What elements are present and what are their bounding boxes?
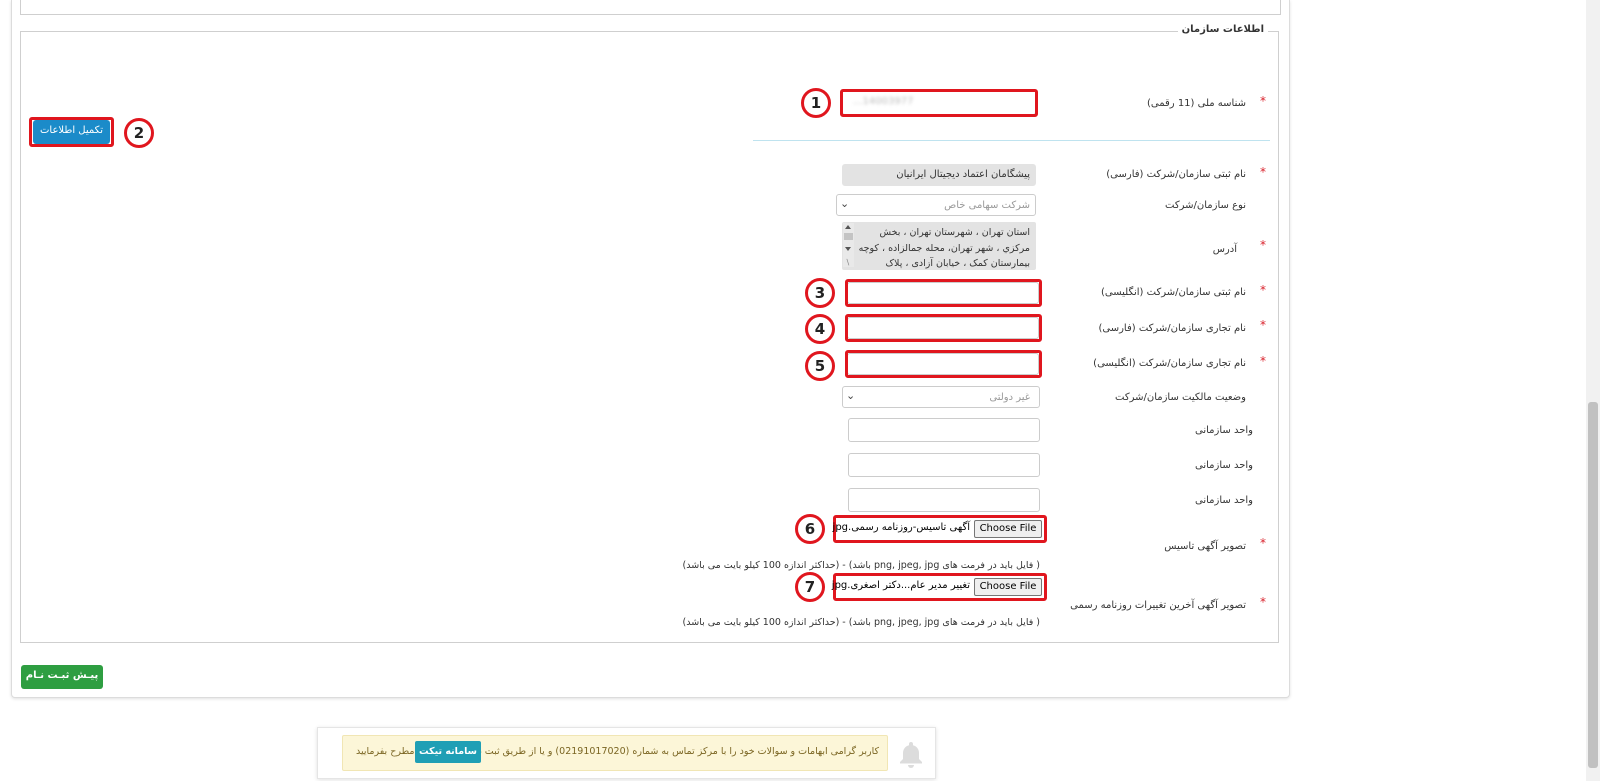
marker-3: 3 — [805, 278, 835, 308]
scroll-down-icon[interactable] — [845, 247, 851, 251]
unit-input-1[interactable] — [848, 418, 1040, 442]
bell-icon — [896, 739, 926, 769]
last-changes-ad-choose-file-button[interactable]: Choose File — [974, 578, 1042, 596]
scroll-thumb[interactable] — [844, 233, 853, 240]
reg-name-en-label: نام ثبتی سازمان/شرکت (انگلیسی) — [1100, 287, 1246, 298]
reg-name-fa-value: پیشگامان اعتماد دیجیتال ایرانیان — [896, 169, 1030, 180]
required-mark: * — [1260, 238, 1266, 252]
marker-4: 4 — [805, 314, 835, 344]
highlight-box-4 — [845, 314, 1042, 342]
ownership-value: غیر دولتی — [989, 392, 1030, 403]
unit-input-2[interactable] — [848, 453, 1040, 477]
required-mark: * — [1260, 94, 1266, 108]
marker-6: 6 — [795, 514, 825, 544]
marker-2: 2 — [124, 118, 154, 148]
chevron-down-icon: ⌄ — [840, 197, 850, 210]
complete-info-button[interactable]: تکمیل اطلاعات — [33, 120, 110, 144]
required-mark: * — [1260, 595, 1266, 609]
section-title: اطلاعات سازمان — [1177, 24, 1268, 35]
address-text: استان تهران ، شهرستان تهران ، بخش مرکزي … — [854, 225, 1030, 272]
address-line: مرکزي ، شهر تهران، محله جمالزاده ، کوچه — [858, 242, 1030, 254]
unit-label: واحد سازمانی — [1195, 460, 1253, 471]
founding-ad-format-note: ( فایل باید در فرمت های png, jpeg, jpg ب… — [682, 560, 1040, 571]
resize-handle-icon[interactable]: ∖ — [845, 259, 850, 267]
notification-text: کاربر گرامی ابهامات و سوالات خود را با م… — [472, 746, 879, 757]
preregister-button[interactable]: پیـش ثبـت نـام — [21, 665, 103, 689]
marker-7: 7 — [795, 572, 825, 602]
required-mark: * — [1260, 536, 1266, 550]
separator — [753, 140, 1270, 141]
required-mark: * — [1260, 354, 1266, 368]
scroll-up-icon[interactable] — [845, 225, 851, 229]
required-mark: * — [1260, 318, 1266, 332]
reg-name-fa-label: نام ثبتی سازمان/شرکت (فارسی) — [1106, 169, 1246, 180]
national-id-label: شناسه ملی (11 رقمی) — [1147, 98, 1246, 109]
required-mark: * — [1260, 283, 1266, 297]
trade-name-en-label: نام تجاری سازمان/شرکت (انگلیسی) — [1093, 358, 1246, 369]
unit-label: واحد سازمانی — [1195, 425, 1253, 436]
ticket-system-button[interactable]: سامانه تیکت — [415, 741, 481, 763]
address-line: بیمارستان کمک ، خیابان آزادی ، پلاک — [885, 258, 1030, 269]
marker-1: 1 — [801, 88, 831, 118]
ownership-label: وضعیت مالکیت سازمان/شرکت — [1115, 392, 1246, 403]
last-changes-ad-file-name: تغییر مدیر عام...دکتر اصغری.jpg — [831, 580, 970, 591]
org-type-value: شرکت سهامی خاص — [944, 200, 1030, 211]
highlight-box-5 — [845, 350, 1042, 378]
marker-5: 5 — [805, 351, 835, 381]
last-changes-ad-label: تصویر آگهی آخرین تغییرات روزنامه رسمی — [1070, 600, 1246, 611]
required-mark: * — [1260, 165, 1266, 179]
founding-ad-file-name: آگهی تاسیس-روزنامه رسمی.jpg — [832, 522, 970, 533]
notification-text-end: مطرح بفرمایید — [356, 746, 415, 757]
highlight-box-1 — [840, 89, 1038, 117]
unit-label: واحد سازمانی — [1195, 495, 1253, 506]
trade-name-fa-label: نام تجاری سازمان/شرکت (فارسی) — [1098, 323, 1246, 334]
unit-input-3[interactable] — [848, 488, 1040, 512]
founding-ad-choose-file-button[interactable]: Choose File — [974, 520, 1042, 538]
support-notification: کاربر گرامی ابهامات و سوالات خود را با م… — [317, 727, 936, 779]
textarea-scrollbar[interactable]: ∖ — [843, 223, 854, 267]
org-type-label: نوع سازمان/شرکت — [1165, 200, 1246, 211]
founding-ad-label: تصویر آگهی تاسیس — [1164, 541, 1246, 552]
address-label: آدرس — [1212, 244, 1237, 255]
top-panel — [20, 0, 1281, 15]
notification-message-box: کاربر گرامی ابهامات و سوالات خود را با م… — [342, 735, 888, 771]
highlight-box-3 — [845, 279, 1042, 307]
last-changes-ad-format-note: ( فایل باید در فرمت های png, jpeg, jpg ب… — [682, 617, 1040, 628]
chevron-down-icon: ⌄ — [846, 389, 856, 402]
address-line: استان تهران ، شهرستان تهران ، بخش — [879, 227, 1030, 238]
org-info-fieldset: اطلاعات سازمان — [20, 24, 1279, 643]
page-scrollbar-thumb[interactable] — [1588, 402, 1598, 768]
